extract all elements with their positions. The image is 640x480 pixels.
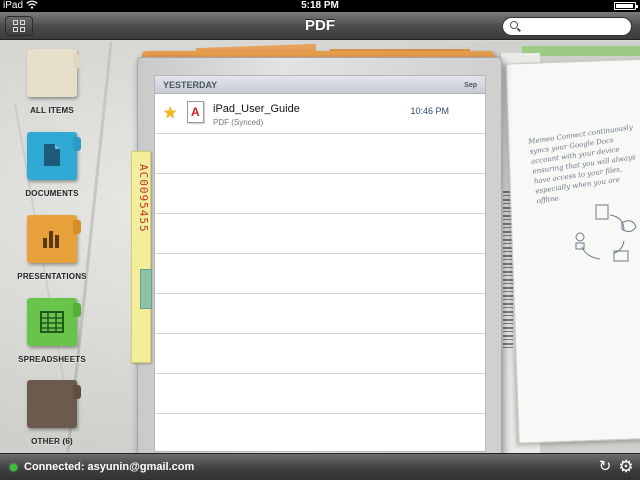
bar-chart-icon	[27, 215, 81, 263]
sidebar-item-all-items[interactable]: ALL ITEMS	[6, 49, 98, 115]
status-bar: iPad 5:18 PM	[0, 0, 640, 12]
search-icon	[510, 21, 518, 29]
sync-diagram-icon	[575, 204, 637, 262]
list-item-empty	[155, 294, 485, 334]
sidebar-item-presentations[interactable]: PRESENTATIONS	[6, 215, 98, 281]
spreadsheet-icon	[27, 298, 81, 346]
status-time: 5:18 PM	[301, 0, 339, 11]
main-area: ALL ITEMS DOCUMENTS PRESENTATIONS SPREAD…	[0, 41, 640, 453]
pdf-icon: A	[187, 101, 204, 123]
gear-icon[interactable]: ⚙	[617, 457, 635, 476]
list-item-empty	[155, 374, 485, 414]
tag-code: AC0095455	[137, 164, 150, 233]
document-subtitle: PDF (Synced)	[213, 118, 264, 127]
sidebar-item-label: ALL ITEMS	[30, 106, 74, 115]
document-list: YESTERDAY Sep ★ A iPad_User_Guide PDF (S…	[154, 75, 486, 452]
misc-icon	[27, 380, 81, 428]
document-time: 10:46 PM	[410, 106, 449, 116]
battery-icon	[614, 2, 638, 10]
connection-status: Connected: asyunin@gmail.com	[24, 461, 195, 473]
sidebar-item-label: DOCUMENTS	[25, 189, 79, 198]
section-month: Sep	[464, 82, 477, 89]
list-item-empty	[155, 254, 485, 294]
list-item-empty	[155, 174, 485, 214]
section-header: YESTERDAY Sep	[155, 76, 485, 94]
sidebar-item-spreadsheets[interactable]: SPREADSHEETS	[6, 298, 98, 364]
sidebar-item-label: SPREADSHEETS	[18, 355, 86, 364]
list-item-empty	[155, 134, 485, 174]
folder-icon	[27, 49, 81, 97]
sticky-tag: AC0095455	[131, 151, 151, 363]
connection-status-icon	[10, 464, 17, 471]
search-field[interactable]	[502, 17, 632, 36]
refresh-icon[interactable]: ↻	[596, 458, 614, 476]
nav-bar: PDF	[0, 12, 640, 40]
section-title: YESTERDAY	[163, 80, 218, 90]
sync-info-text: Memeo Connect continuously syncs your Go…	[527, 123, 637, 206]
list-item-empty	[155, 214, 485, 254]
star-icon[interactable]: ★	[163, 103, 177, 123]
document-name: iPad_User_Guide	[213, 103, 300, 115]
sidebar-item-documents[interactable]: DOCUMENTS	[6, 132, 98, 198]
sidebar-item-label: PRESENTATIONS	[17, 272, 87, 281]
list-item-empty	[155, 334, 485, 374]
bottom-toolbar: Connected: asyunin@gmail.com ↻ ⚙	[0, 453, 640, 480]
search-input[interactable]	[523, 20, 627, 34]
sidebar-item-other[interactable]: OTHER (6)	[6, 380, 98, 446]
document-icon	[27, 132, 81, 180]
list-item[interactable]: ★ A iPad_User_Guide PDF (Synced) 10:46 P…	[155, 94, 485, 134]
sidebar-item-label: OTHER (6)	[31, 437, 73, 446]
